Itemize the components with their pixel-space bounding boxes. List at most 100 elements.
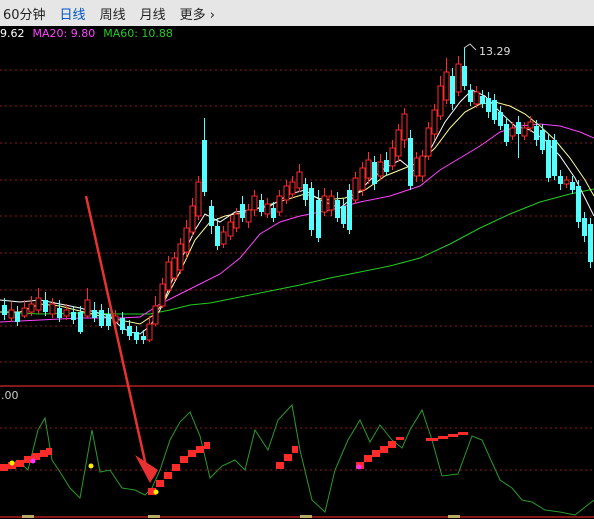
candle-down xyxy=(552,134,557,180)
period-toolbar: 60分钟 日线 周线 月线 更多 › xyxy=(0,0,594,26)
candle-down xyxy=(15,306,20,326)
candle-down xyxy=(504,118,509,146)
tab-monthly[interactable]: 月线 xyxy=(133,4,173,23)
candle-up xyxy=(352,172,359,204)
tab-weekly[interactable]: 周线 xyxy=(93,4,133,23)
signal-staircase xyxy=(0,432,468,495)
candle-up xyxy=(21,300,28,318)
candle-down xyxy=(570,176,575,194)
candle-up xyxy=(49,298,56,318)
candle-down xyxy=(450,68,455,110)
candle-up xyxy=(159,278,166,308)
candle-down xyxy=(492,94,497,124)
tab-more[interactable]: 更多 › xyxy=(173,4,222,23)
signal-block xyxy=(458,432,468,435)
candle-up xyxy=(401,108,408,148)
candle-down xyxy=(408,130,413,190)
candle-up xyxy=(177,238,184,274)
candle-down xyxy=(215,218,220,250)
signal-dot-yellow xyxy=(88,463,94,469)
candle-up xyxy=(455,56,462,96)
candle-down xyxy=(259,194,264,216)
candle-up xyxy=(521,122,528,140)
candle-up xyxy=(321,188,328,216)
candle-up xyxy=(389,140,396,170)
ma20-line xyxy=(0,123,594,323)
chart-canvas[interactable]: 13.29 .00 xyxy=(0,0,594,519)
tab-60min[interactable]: 60分钟 xyxy=(0,4,53,23)
candle-up xyxy=(359,162,366,196)
signal-block xyxy=(364,455,372,462)
signal-block xyxy=(396,437,404,440)
candle-up xyxy=(165,256,172,292)
candle-up xyxy=(413,152,420,182)
candle-down xyxy=(2,298,7,320)
signal-block xyxy=(448,434,458,437)
candle-up xyxy=(437,76,444,120)
candle-down xyxy=(480,90,485,108)
candle-up xyxy=(431,104,438,140)
candle-down xyxy=(92,302,97,322)
signal-block xyxy=(388,441,396,448)
signal-block xyxy=(180,456,188,463)
high-marker-line xyxy=(463,43,477,51)
candle-up xyxy=(195,176,202,220)
candle-up xyxy=(183,220,190,258)
candle-down xyxy=(498,106,503,130)
candle-up xyxy=(189,198,196,236)
signal-block xyxy=(0,464,8,471)
candle-down xyxy=(335,192,340,222)
tab-daily[interactable]: 日线 xyxy=(53,4,93,23)
ma5-value: 9.62 xyxy=(0,27,25,40)
signal-block xyxy=(292,446,298,453)
signal-block xyxy=(426,438,438,441)
signal-dot-yellow xyxy=(9,460,15,466)
candle-up xyxy=(251,190,258,216)
candle-up xyxy=(289,176,296,198)
candle-up xyxy=(296,164,303,192)
signal-dot-magenta xyxy=(30,458,36,464)
candle-up xyxy=(377,154,384,180)
candle-up xyxy=(425,122,432,160)
signal-block xyxy=(276,462,284,469)
candle-up xyxy=(35,288,42,314)
candle-down xyxy=(576,180,581,228)
candle-down xyxy=(309,182,314,236)
signal-block xyxy=(196,446,204,453)
candle-down xyxy=(462,48,467,90)
candle-up xyxy=(8,302,15,322)
candle-up xyxy=(227,216,234,240)
candle-up xyxy=(63,304,70,320)
signal-block xyxy=(172,464,180,471)
candle-down xyxy=(99,304,104,328)
candle-down xyxy=(43,292,48,316)
candle-down xyxy=(558,170,563,190)
candle-down xyxy=(516,116,521,158)
signal-block xyxy=(46,448,52,455)
candle-up xyxy=(152,296,159,326)
candle-down xyxy=(546,134,551,182)
signal-block xyxy=(284,454,292,461)
candle-down xyxy=(240,196,245,222)
candle-down xyxy=(134,326,139,344)
signal-block xyxy=(438,436,448,439)
candle-up xyxy=(328,190,335,216)
ma20-value: MA20: 9.80 xyxy=(32,27,96,40)
candle-up xyxy=(443,58,450,104)
indicator-line xyxy=(0,403,594,516)
candle-down xyxy=(540,124,545,154)
signal-block xyxy=(156,480,164,487)
candle-up xyxy=(171,252,178,282)
candle-up xyxy=(84,288,91,318)
signal-block xyxy=(372,450,380,457)
ma60-value: MA60: 10.88 xyxy=(103,27,173,40)
candle-up xyxy=(283,180,290,204)
candle-up xyxy=(563,176,570,188)
candle-down xyxy=(209,200,214,234)
signal-dot-yellow xyxy=(153,489,159,495)
candle-down xyxy=(486,92,491,118)
signal-block xyxy=(380,446,388,453)
candle-up xyxy=(419,150,426,182)
candle-down xyxy=(127,320,132,340)
signal-block xyxy=(204,442,210,449)
